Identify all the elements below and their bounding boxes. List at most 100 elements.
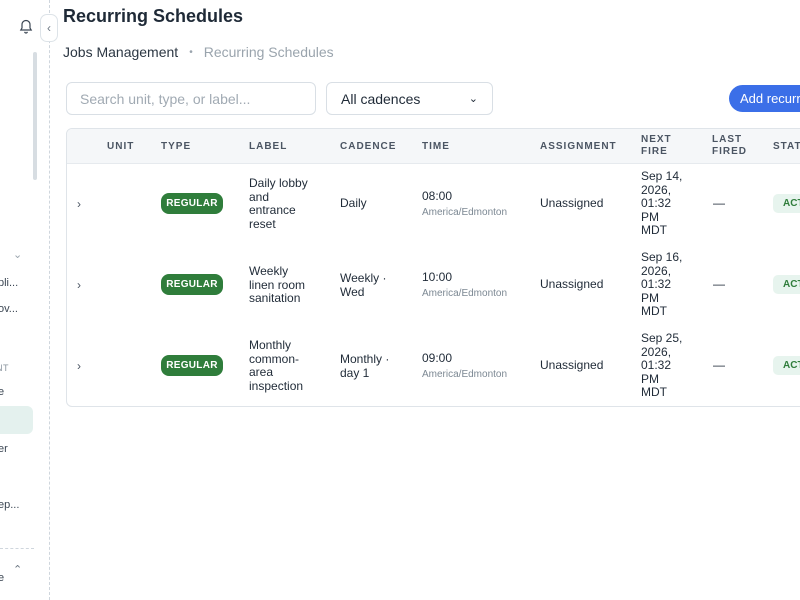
column-header-status[interactable]: STATUS xyxy=(773,141,800,153)
next-fire-cell: Sep 25, 2026, 01:32 PM MDT xyxy=(641,331,683,400)
chevron-down-icon: ⌄ xyxy=(468,93,478,105)
column-header-cadence[interactable]: CADENCE xyxy=(340,141,396,153)
cadence-line: day 1 xyxy=(340,365,370,380)
chevron-left-icon: ‹ xyxy=(47,21,51,35)
cadence-line: Weekly · xyxy=(340,271,387,285)
status-badge: ACTIVE xyxy=(773,275,800,294)
sidebar-scrollbar[interactable] xyxy=(33,52,37,180)
label-line: linen room xyxy=(249,277,306,292)
timezone-value: America/Edmonton xyxy=(422,206,508,218)
sidebar-item-label[interactable]: er xyxy=(0,443,8,455)
next-fire-line: 2026, xyxy=(641,344,672,359)
header-line: FIRED xyxy=(712,146,747,157)
next-fire-line: 2026, xyxy=(641,182,672,197)
header-line: FIRE xyxy=(641,146,668,157)
label-line: sanitation xyxy=(249,291,301,305)
label-cell: Weekly linen room sanitation xyxy=(249,264,306,306)
next-fire-line: PM xyxy=(641,371,659,386)
column-header-label[interactable]: LABEL xyxy=(249,141,287,153)
expand-row-icon[interactable]: › xyxy=(77,359,81,373)
next-fire-line: Sep 14, xyxy=(641,169,683,183)
next-fire-cell: Sep 14, 2026, 01:32 PM MDT xyxy=(641,169,683,238)
column-header-time[interactable]: TIME xyxy=(422,141,450,153)
cadence-line: Daily xyxy=(340,196,367,210)
search-input[interactable] xyxy=(66,82,316,115)
sidebar-item-label[interactable]: ep... xyxy=(0,499,19,511)
assignment-cell: Unassigned xyxy=(540,358,604,372)
type-badge: REGULAR xyxy=(161,355,223,376)
next-fire-line: 2026, xyxy=(641,263,672,278)
header-line: NEXT xyxy=(641,134,672,145)
sidebar-item-label[interactable]: ov... xyxy=(0,303,18,315)
schedules-table: UNIT TYPE LABEL CADENCE TIME ASSIGNMENT … xyxy=(66,128,800,407)
collapse-sidebar-button[interactable]: ‹ xyxy=(40,14,58,42)
time-value: 09:00 xyxy=(422,351,453,365)
label-line: Monthly xyxy=(249,338,292,352)
table-row[interactable]: › REGULAR Weekly linen room sanitation W… xyxy=(67,245,800,326)
expand-row-icon[interactable]: › xyxy=(77,197,81,211)
table-header: UNIT TYPE LABEL CADENCE TIME ASSIGNMENT … xyxy=(67,129,800,164)
label-cell: Monthly common- area inspection xyxy=(249,338,304,393)
assignment-cell: Unassigned xyxy=(540,196,604,210)
cadence-cell: Daily xyxy=(340,196,367,211)
next-fire-line: MDT xyxy=(641,385,667,399)
cadence-filter-select[interactable]: All cadences ⌄ xyxy=(326,82,493,115)
column-header-next-fire[interactable]: NEXT FIRE xyxy=(641,134,672,158)
status-badge: ACTIVE xyxy=(773,356,800,375)
label-line: entrance xyxy=(249,203,296,217)
table-row[interactable]: › REGULAR Daily lobby and entrance reset… xyxy=(67,164,800,245)
sidebar-item-label[interactable]: e xyxy=(0,572,4,584)
page-title: Recurring Schedules xyxy=(63,6,244,26)
next-fire-line: MDT xyxy=(641,304,667,318)
add-recurring-button[interactable]: Add recurring xyxy=(729,85,800,112)
column-header-type[interactable]: TYPE xyxy=(161,141,191,153)
assignment-cell: Unassigned xyxy=(540,277,604,291)
last-fired-cell: — xyxy=(713,277,725,291)
time-value: 08:00 xyxy=(422,189,453,203)
breadcrumb-separator: • xyxy=(189,46,193,58)
timezone-value: America/Edmonton xyxy=(422,368,508,380)
column-header-assignment[interactable]: ASSIGNMENT xyxy=(540,141,617,153)
last-fired-cell: — xyxy=(713,358,725,372)
status-badge: ACTIVE xyxy=(773,194,800,213)
cadence-cell: Monthly · day 1 xyxy=(340,352,390,380)
timezone-value: America/Edmonton xyxy=(422,287,508,299)
bell-icon[interactable] xyxy=(19,19,33,35)
time-cell: 08:00 America/Edmonton xyxy=(422,189,508,219)
label-line: common- xyxy=(249,351,300,366)
column-header-last-fired[interactable]: LAST FIRED xyxy=(712,134,747,158)
time-cell: 10:00 America/Edmonton xyxy=(422,270,508,300)
cadence-line: Wed xyxy=(340,284,365,299)
header-line: LAST xyxy=(712,134,743,145)
cadence-cell: Weekly · Wed xyxy=(340,271,387,299)
sidebar-item-label[interactable]: pli... xyxy=(0,277,18,289)
table-row[interactable]: › REGULAR Monthly common- area inspectio… xyxy=(67,326,800,406)
column-header-unit[interactable]: UNIT xyxy=(107,141,134,153)
sidebar-section-label: NT xyxy=(0,363,9,373)
sidebar-item-label[interactable]: e xyxy=(0,386,4,398)
next-fire-line: Sep 16, xyxy=(641,250,683,264)
next-fire-line: 01:32 xyxy=(641,277,672,291)
breadcrumb: Jobs Management • Recurring Schedules xyxy=(63,44,334,60)
next-fire-line: PM xyxy=(641,209,659,224)
label-line: area xyxy=(249,365,274,379)
cadence-line: Monthly · xyxy=(340,352,390,366)
next-fire-cell: Sep 16, 2026, 01:32 PM MDT xyxy=(641,250,683,319)
label-line: reset xyxy=(249,216,276,231)
next-fire-line: Sep 25, xyxy=(641,331,683,345)
label-cell: Daily lobby and entrance reset xyxy=(249,176,308,231)
sidebar-divider xyxy=(0,548,34,549)
chevron-up-icon[interactable]: ⌃ xyxy=(13,563,22,576)
chevron-down-icon[interactable]: ⌄ xyxy=(13,248,22,261)
breadcrumb-jobs-management[interactable]: Jobs Management xyxy=(63,44,178,60)
label-line: inspection xyxy=(249,378,304,393)
sidebar: ⌄ pli... ov... NT e er ep... e ⌃ xyxy=(0,0,50,600)
sidebar-item-active[interactable] xyxy=(0,406,33,434)
cadence-filter-value: All cadences xyxy=(341,90,421,107)
label-line: Weekly xyxy=(249,264,289,278)
expand-row-icon[interactable]: › xyxy=(77,278,81,292)
next-fire-line: MDT xyxy=(641,223,667,237)
label-line: and xyxy=(249,189,270,204)
next-fire-line: 01:32 xyxy=(641,196,672,210)
time-value: 10:00 xyxy=(422,270,453,284)
